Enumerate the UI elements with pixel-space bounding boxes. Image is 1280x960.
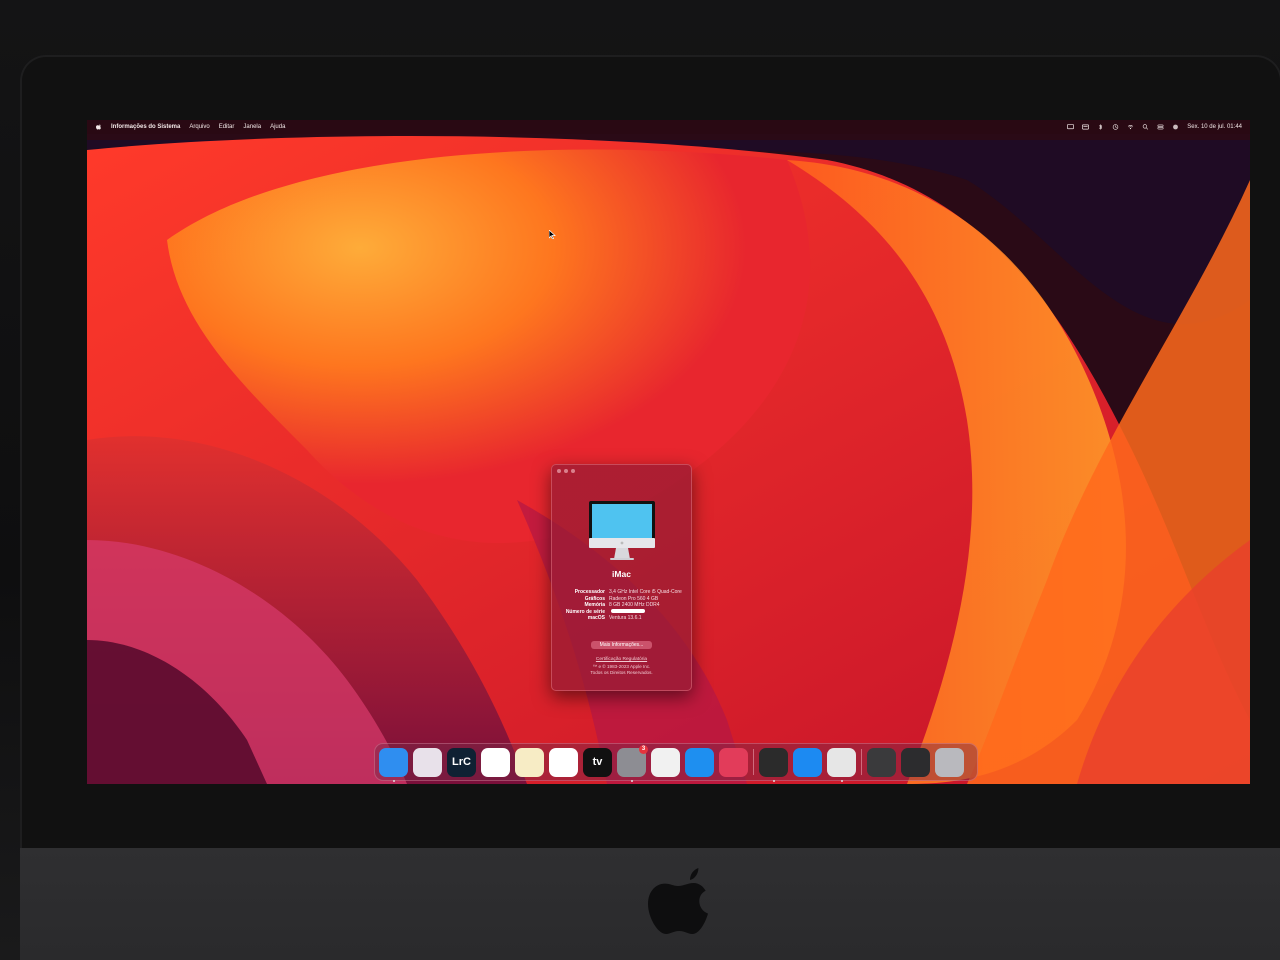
running-indicator (772, 779, 775, 782)
copyright-notice: ™ e © 1983-2023 Apple Inc. Todos os Dire… (552, 664, 691, 676)
dock: LrC tv 3 (374, 743, 978, 782)
spec-key: Gráficos (584, 595, 605, 602)
dock-preview-icon[interactable] (651, 747, 680, 777)
spec-key: Número de série (565, 608, 605, 615)
spec-key: Processador (574, 589, 605, 595)
spec-row-serial: Número de série (558, 609, 688, 616)
dock-separator (753, 749, 754, 775)
menu-arquivo[interactable]: Arquivo (189, 124, 209, 130)
screen-mirroring-icon[interactable] (1067, 124, 1075, 130)
apple-logo-icon (648, 868, 708, 934)
dock-freeform-icon[interactable] (549, 747, 578, 777)
specs-list: Processador 3,4 GHz Intel Core i5 Quad-C… (558, 589, 688, 622)
window-traffic-lights (557, 469, 575, 473)
dock-launchpad-icon[interactable] (413, 747, 442, 777)
dock-separator (861, 749, 862, 775)
dock-chrome-icon[interactable] (481, 747, 510, 777)
copyright-line: Todos os Direitos Reservados. (590, 670, 653, 675)
dock-system-information-icon[interactable] (827, 747, 856, 782)
keyboard-icon[interactable] (1082, 124, 1090, 130)
running-indicator (630, 779, 633, 782)
menu-editar[interactable]: Editar (219, 124, 235, 130)
menu-app-name[interactable]: Informações do Sistema (111, 124, 180, 130)
dock-system-settings-icon[interactable]: 3 (617, 744, 648, 782)
bluetooth-icon[interactable] (1097, 124, 1104, 130)
spec-row-macos: macOS Ventura 13.6.1 (558, 615, 688, 622)
spec-value: Radeon Pro 560 4 GB (609, 595, 659, 602)
menu-bar: Informações do Sistema Arquivo Editar Ja… (87, 120, 1250, 134)
desktop-screen[interactable]: Informações do Sistema Arquivo Editar Ja… (87, 120, 1250, 784)
regulatory-certification-link[interactable]: Certificação Regulatória (552, 657, 691, 662)
spotlight-icon[interactable] (1142, 124, 1149, 130)
dock-notes-icon[interactable] (515, 747, 544, 777)
mouse-cursor-icon (549, 230, 556, 239)
dock-activity-monitor-icon[interactable] (759, 747, 788, 782)
wifi-icon[interactable] (1127, 124, 1134, 130)
time-machine-icon[interactable] (1112, 124, 1119, 130)
running-indicator (840, 779, 843, 782)
spec-value (609, 609, 688, 616)
dock-app-store-icon[interactable] (793, 747, 822, 777)
spec-key: macOS (587, 615, 605, 622)
menu-janela[interactable]: Janela (243, 124, 261, 130)
dock-minimized-window-2-icon[interactable] (901, 747, 930, 777)
notification-badge: 3 (639, 744, 648, 754)
running-indicator (392, 779, 395, 782)
dock-trash-icon[interactable] (935, 747, 964, 777)
model-name: iMac (612, 569, 631, 579)
spec-value: Ventura 13.6.1 (609, 615, 642, 622)
spec-row-graphics: Gráficos Radeon Pro 560 4 GB (558, 596, 688, 603)
dock-icon-label: LrC (452, 756, 471, 768)
dock-lightroom-classic-icon[interactable]: LrC (447, 747, 476, 777)
menu-clock[interactable]: Sex. 10 de jul. 01:44 (1187, 124, 1242, 130)
dock-creative-cloud-icon[interactable] (719, 747, 748, 777)
apple-menu-icon[interactable] (95, 124, 102, 130)
dock-icon-label: tv (592, 756, 603, 768)
spec-key: Memória (584, 602, 605, 609)
about-this-mac-window[interactable]: iMac Processador 3,4 GHz Intel Core i5 Q… (551, 464, 692, 691)
dock-keynote-icon[interactable] (685, 747, 714, 777)
control-center-icon[interactable] (1157, 124, 1164, 130)
spec-value: 3,4 GHz Intel Core i5 Quad-Core (609, 589, 682, 595)
imac-illustration-icon (589, 501, 655, 560)
dock-apple-tv-icon[interactable]: tv (583, 747, 612, 777)
menu-ajuda[interactable]: Ajuda (270, 124, 285, 130)
dock-minimized-window-1-icon[interactable] (867, 747, 896, 777)
siri-icon[interactable] (1172, 124, 1179, 130)
dock-finder-icon[interactable] (379, 747, 408, 782)
close-button[interactable] (557, 469, 561, 473)
minimize-button[interactable] (564, 469, 568, 473)
spec-value: 8 GB 2400 MHz DDR4 (609, 602, 660, 609)
more-info-button[interactable]: Mais Informações... (591, 641, 652, 649)
zoom-button[interactable] (571, 469, 575, 473)
spec-row-processor: Processador 3,4 GHz Intel Core i5 Quad-C… (558, 589, 688, 596)
imac-chin (20, 848, 1280, 960)
spec-row-memory: Memória 8 GB 2400 MHz DDR4 (558, 602, 688, 609)
redacted-serial (611, 609, 645, 614)
